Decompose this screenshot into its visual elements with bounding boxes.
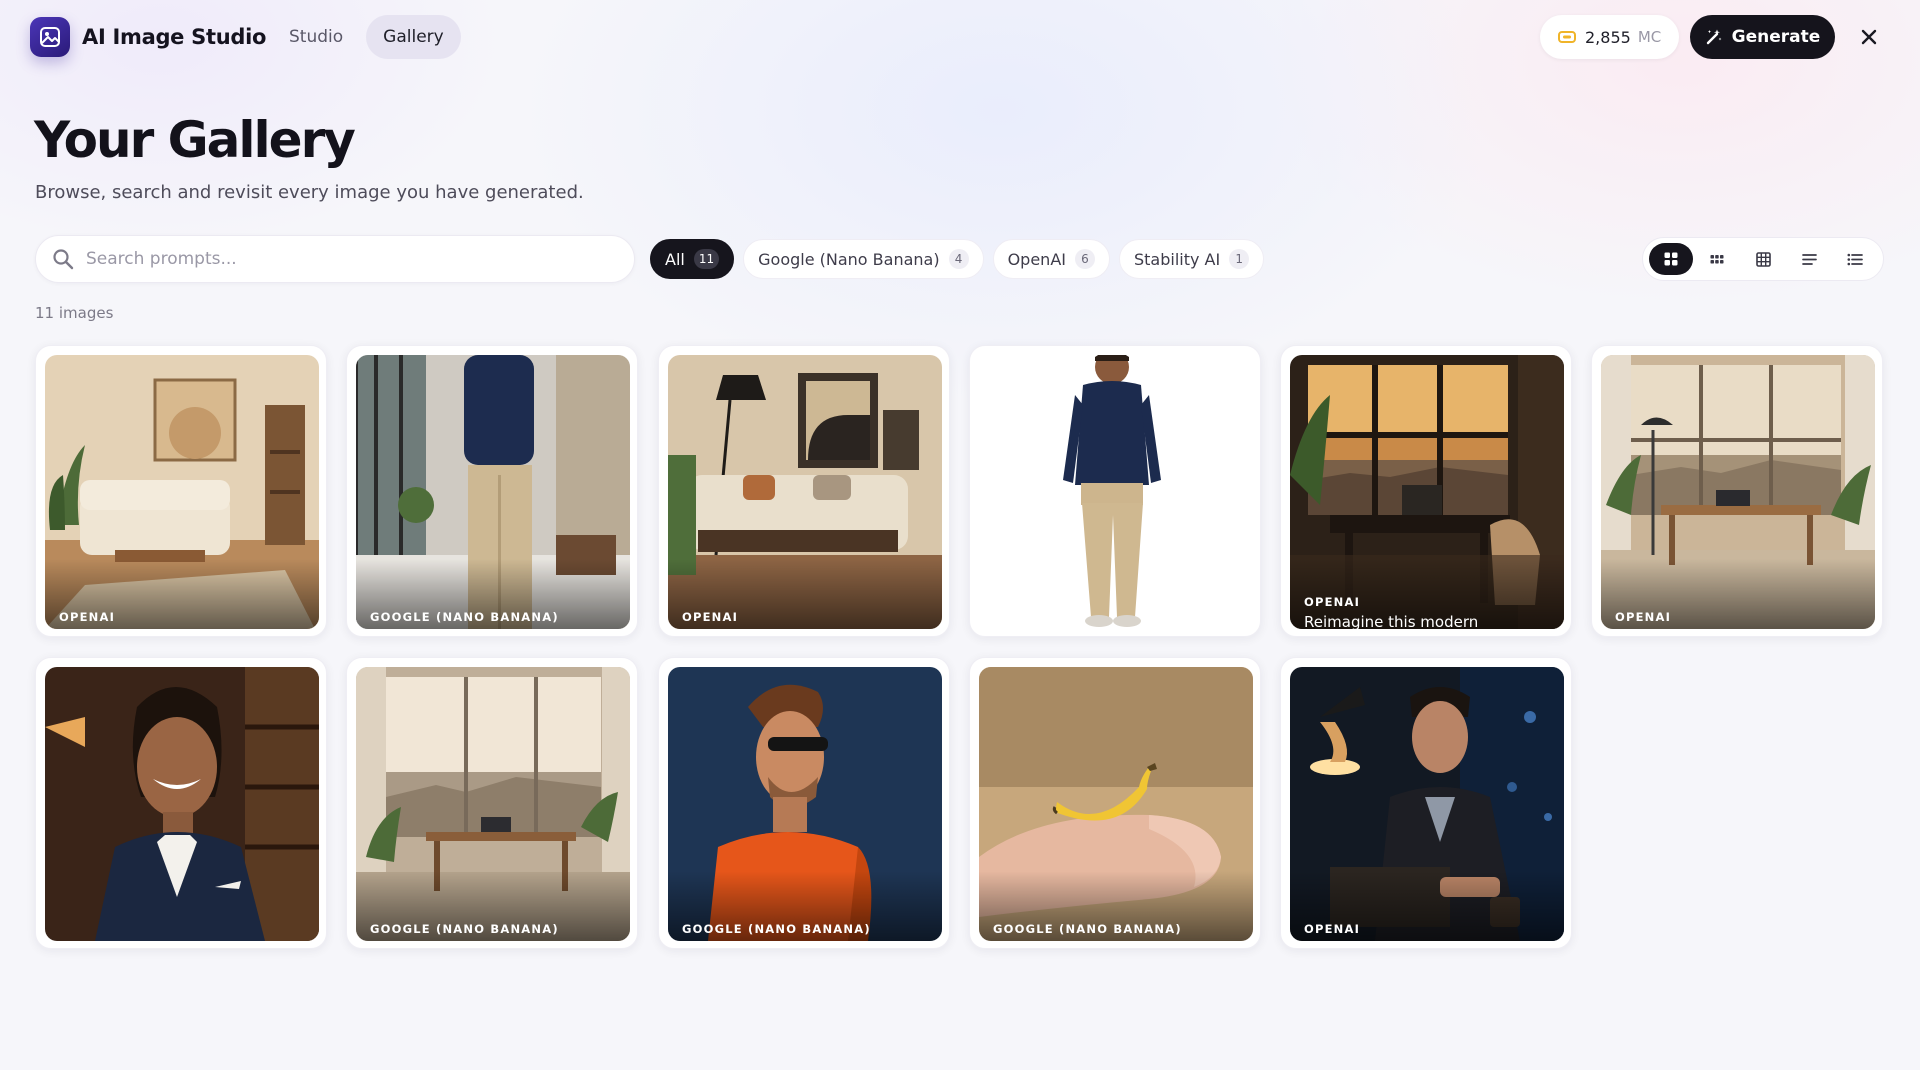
gallery-card[interactable]: [969, 345, 1261, 637]
list-detailed-icon: [1847, 253, 1863, 265]
image-thumbnail: OPENAI: [1601, 355, 1875, 629]
provider-tag: GOOGLE (NANO BANANA): [682, 922, 871, 936]
gallery-card[interactable]: OPENAI: [1591, 345, 1883, 637]
image-count: 11 images: [35, 304, 114, 322]
filter-label: All: [665, 249, 685, 269]
tab-studio[interactable]: Studio: [272, 15, 360, 59]
grid-small-icon: [1710, 255, 1724, 264]
filter-label: Google (Nano Banana): [758, 249, 940, 269]
image-thumbnail: OPENAI Reimagine this modern: [1290, 355, 1564, 629]
credits-value: 2,855: [1585, 27, 1631, 47]
image-gallery-icon: [30, 17, 70, 57]
gallery-card[interactable]: [35, 657, 327, 949]
filter-chip-all[interactable]: All 11: [650, 239, 735, 279]
generate-button[interactable]: Generate: [1690, 15, 1835, 59]
provider-tag: OPENAI: [59, 610, 116, 624]
provider-tag: GOOGLE (NANO BANANA): [370, 922, 559, 936]
provider-tag: OPENAI: [682, 610, 739, 624]
credits-unit: MC: [1637, 28, 1662, 46]
filter-count: 6: [1074, 249, 1095, 269]
gallery-card[interactable]: OPENAI: [658, 345, 950, 637]
provider-tag: GOOGLE (NANO BANANA): [993, 922, 1182, 936]
magic-wand-icon: [1706, 29, 1722, 45]
provider-tag: OPENAI: [1304, 595, 1361, 609]
gallery-card[interactable]: GOOGLE (NANO BANANA): [658, 657, 950, 949]
image-thumbnail: OPENAI: [45, 355, 319, 629]
close-button[interactable]: [1854, 22, 1884, 52]
provider-tag: OPENAI: [1304, 922, 1361, 936]
filter-chip-google[interactable]: Google (Nano Banana) 4: [743, 239, 984, 279]
provider-filters: All 11 Google (Nano Banana) 4 OpenAI 6 S…: [650, 239, 1265, 279]
view-grid-large-button[interactable]: [1649, 243, 1693, 275]
provider-tag: OPENAI: [1615, 610, 1672, 624]
view-grid-small-button[interactable]: [1695, 243, 1739, 275]
gallery-card[interactable]: OPENAI: [1280, 657, 1572, 949]
main-nav: Studio Gallery: [272, 15, 461, 59]
table-grid-icon: [1755, 251, 1771, 267]
brand[interactable]: AI Image Studio: [30, 17, 266, 57]
close-icon: [1861, 29, 1877, 45]
gallery-card[interactable]: OPENAI Reimagine this modern: [1280, 345, 1572, 637]
view-list-compact-button[interactable]: [1787, 243, 1831, 275]
image-thumbnail: OPENAI: [668, 355, 942, 629]
image-thumbnail: GOOGLE (NANO BANANA): [356, 355, 630, 629]
coin-icon: [1558, 31, 1576, 43]
top-bar: AI Image Studio Studio Gallery 2,855 MC …: [0, 0, 1920, 76]
image-thumbnail: GOOGLE (NANO BANANA): [356, 667, 630, 941]
image-thumbnail: OPENAI: [1290, 667, 1564, 941]
tab-gallery[interactable]: Gallery: [366, 15, 461, 59]
view-table-button[interactable]: [1741, 243, 1785, 275]
search-box[interactable]: [35, 235, 635, 283]
image-thumbnail: GOOGLE (NANO BANANA): [668, 667, 942, 941]
credits-balance[interactable]: 2,855 MC: [1540, 15, 1680, 59]
filter-label: OpenAI: [1007, 249, 1066, 269]
filter-count: 1: [1229, 249, 1250, 269]
provider-tag: GOOGLE (NANO BANANA): [370, 610, 559, 624]
gallery-card[interactable]: GOOGLE (NANO BANANA): [346, 657, 638, 949]
image-thumbnail: GOOGLE (NANO BANANA): [979, 667, 1253, 941]
search-icon: [53, 249, 74, 270]
gallery-card[interactable]: OPENAI: [35, 345, 327, 637]
image-thumbnail: [979, 355, 1253, 629]
filter-count: 11: [693, 249, 720, 269]
page-title: Your Gallery: [34, 111, 356, 169]
filter-count: 4: [948, 249, 969, 269]
prompt-snippet: Reimagine this modern: [1304, 613, 1479, 629]
view-mode-toggle: [1642, 237, 1884, 281]
gallery-card[interactable]: GOOGLE (NANO BANANA): [969, 657, 1261, 949]
filter-label: Stability AI: [1133, 249, 1221, 269]
filter-chip-openai[interactable]: OpenAI 6: [992, 239, 1110, 279]
filter-chip-stability[interactable]: Stability AI 1: [1118, 239, 1265, 279]
grid-large-icon: [1664, 252, 1678, 266]
generate-label: Generate: [1731, 27, 1821, 47]
app-name: AI Image Studio: [82, 25, 267, 49]
search-input[interactable]: [86, 249, 606, 269]
view-list-detailed-button[interactable]: [1833, 243, 1877, 275]
page-subtitle: Browse, search and revisit every image y…: [35, 182, 584, 203]
image-thumbnail: [45, 667, 319, 941]
gallery-card[interactable]: GOOGLE (NANO BANANA): [346, 345, 638, 637]
list-compact-icon: [1801, 253, 1817, 265]
